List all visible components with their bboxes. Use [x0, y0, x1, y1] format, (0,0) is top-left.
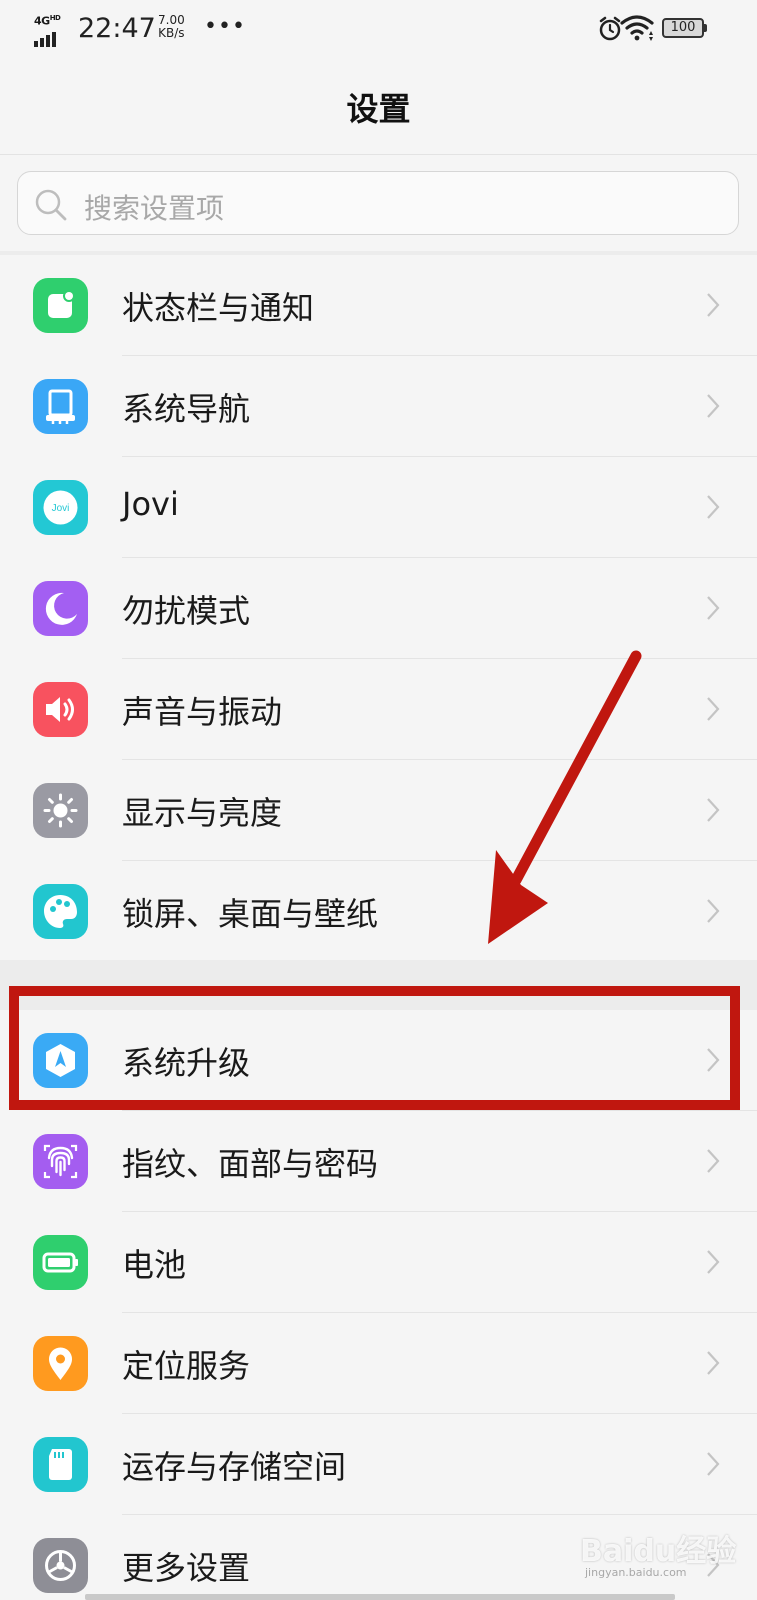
bottom-bar: [85, 1594, 675, 1600]
watermark-url: jingyan.baidu.com: [585, 1566, 687, 1579]
settings-screen: 4GHD 22:47 7.00 KB/s ••• 100 设置 搜索设置项 状态…: [0, 0, 757, 1600]
annotation-arrow-icon: [488, 650, 642, 944]
watermark-logo: Baidu经验: [580, 1534, 737, 1569]
